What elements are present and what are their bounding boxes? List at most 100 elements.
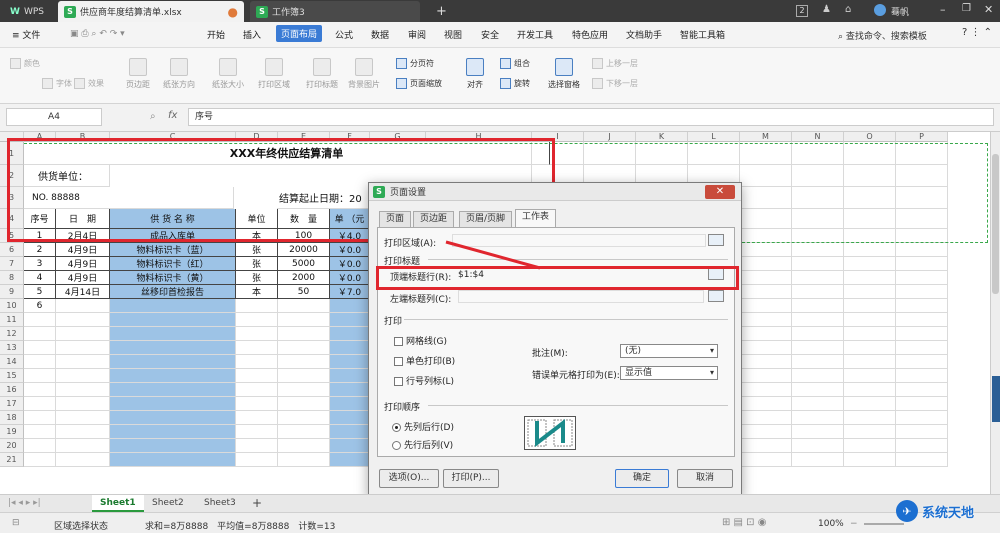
table-cell[interactable] [56, 397, 110, 411]
table-cell[interactable] [110, 299, 236, 313]
empty-cell[interactable] [844, 187, 896, 209]
menu-file[interactable]: ≡ 文件 [12, 28, 40, 41]
left-cols-picker-icon[interactable] [708, 290, 724, 302]
table-cell[interactable] [56, 439, 110, 453]
table-cell[interactable] [56, 369, 110, 383]
row-header[interactable]: 21 [0, 453, 24, 467]
empty-cell[interactable] [896, 299, 948, 313]
table-cell[interactable] [56, 411, 110, 425]
page-zoom-button[interactable]: 页面缩放 [396, 78, 442, 89]
empty-cell[interactable] [792, 243, 844, 257]
empty-cell[interactable] [740, 313, 792, 327]
zoom-out-icon[interactable]: − [850, 519, 858, 529]
empty-cell[interactable] [896, 355, 948, 369]
empty-cell[interactable] [844, 257, 896, 271]
empty-cell[interactable] [896, 341, 948, 355]
quick-access-icons[interactable]: ▣ ⎙ ⌕ ↶ ↷ ▾ [70, 29, 125, 39]
table-cell[interactable] [330, 369, 370, 383]
empty-cell[interactable] [896, 209, 948, 229]
table-cell[interactable] [110, 453, 236, 467]
tab-document[interactable]: S 供应商年度结算清单.xlsx ● [58, 1, 244, 22]
page-break-button[interactable]: 分页符 [396, 58, 434, 69]
empty-cell[interactable] [740, 327, 792, 341]
empty-cell[interactable] [792, 271, 844, 285]
empty-cell[interactable] [896, 327, 948, 341]
empty-cell[interactable] [844, 243, 896, 257]
empty-cell[interactable] [792, 383, 844, 397]
print-area-picker-icon[interactable] [708, 234, 724, 246]
theme-colors-button[interactable]: 颜色 [10, 58, 40, 69]
empty-cell[interactable] [896, 411, 948, 425]
table-cell[interactable] [236, 397, 278, 411]
view-mode-icons[interactable]: ⊞ ▤ ⊡ ◉ [722, 517, 766, 528]
order-over-radio[interactable]: 先行后列(V) [392, 438, 453, 451]
table-cell[interactable]: 4月14日 [56, 285, 110, 299]
empty-cell[interactable] [792, 453, 844, 467]
table-cell[interactable]: 5000 [278, 257, 330, 271]
table-cell[interactable] [330, 299, 370, 313]
table-cell[interactable] [236, 383, 278, 397]
table-cell[interactable] [330, 355, 370, 369]
table-cell[interactable]: ￥0.0 [330, 257, 370, 271]
table-cell[interactable] [330, 341, 370, 355]
tab-margins[interactable]: 页边距 [413, 211, 455, 227]
empty-cell[interactable] [740, 341, 792, 355]
help-icon[interactable]: ? ⋮ ⌃ [962, 27, 992, 38]
column-header[interactable]: J [584, 132, 636, 142]
empty-cell[interactable] [740, 209, 792, 229]
row-header[interactable]: 6 [0, 243, 24, 257]
table-cell[interactable] [56, 383, 110, 397]
table-cell[interactable] [236, 341, 278, 355]
table-cell[interactable] [278, 439, 330, 453]
table-cell[interactable] [236, 313, 278, 327]
empty-cell[interactable] [896, 257, 948, 271]
background-image-button[interactable]: 背景图片 [348, 58, 380, 90]
table-cell[interactable] [24, 425, 56, 439]
empty-cell[interactable] [844, 229, 896, 243]
comments-select[interactable]: (无) [620, 344, 718, 358]
table-cell[interactable] [110, 341, 236, 355]
empty-cell[interactable] [896, 187, 948, 209]
empty-cell[interactable] [844, 355, 896, 369]
row-header[interactable]: 7 [0, 257, 24, 271]
empty-cell[interactable] [844, 313, 896, 327]
menu-doc-assistant[interactable]: 文档助手 [626, 28, 662, 41]
formula-input[interactable]: 序号 [188, 108, 994, 126]
empty-cell[interactable] [584, 142, 636, 165]
dialog-close-button[interactable]: ✕ [705, 185, 735, 199]
empty-cell[interactable] [740, 165, 792, 187]
table-cell[interactable] [56, 299, 110, 313]
table-cell[interactable] [330, 383, 370, 397]
column-header[interactable]: O [844, 132, 896, 142]
tab-wps-home[interactable]: W WPS [4, 1, 50, 22]
menu-smart-toolbox[interactable]: 智能工具箱 [680, 28, 725, 41]
table-cell[interactable] [330, 397, 370, 411]
table-cell[interactable] [278, 341, 330, 355]
empty-cell[interactable] [896, 165, 948, 187]
shirt-icon[interactable]: ⌂ [845, 4, 851, 15]
empty-cell[interactable] [896, 243, 948, 257]
empty-cell[interactable] [844, 383, 896, 397]
empty-cell[interactable] [740, 299, 792, 313]
row-header[interactable]: 11 [0, 313, 24, 327]
restore-icon[interactable]: ❐ [962, 3, 971, 14]
table-cell[interactable] [56, 355, 110, 369]
fx-icon[interactable]: fx [168, 110, 177, 121]
skin-icon[interactable]: ♟ [822, 4, 831, 15]
table-cell[interactable] [56, 327, 110, 341]
table-cell[interactable]: 张 [236, 243, 278, 257]
empty-cell[interactable] [844, 142, 896, 165]
table-cell[interactable]: ￥0.0 [330, 271, 370, 285]
row-header[interactable]: 8 [0, 271, 24, 285]
ok-button[interactable]: 确定 [615, 469, 669, 488]
page-count-badge[interactable]: 2 [796, 5, 808, 17]
menu-security[interactable]: 安全 [481, 28, 499, 41]
table-cell[interactable] [330, 327, 370, 341]
tab-sheet[interactable]: 工作表 [515, 209, 557, 228]
table-cell[interactable]: 物料标识卡（蓝） [110, 243, 236, 257]
table-cell[interactable] [110, 425, 236, 439]
empty-cell[interactable] [740, 285, 792, 299]
empty-cell[interactable] [636, 142, 688, 165]
empty-cell[interactable] [844, 439, 896, 453]
empty-cell[interactable] [896, 383, 948, 397]
